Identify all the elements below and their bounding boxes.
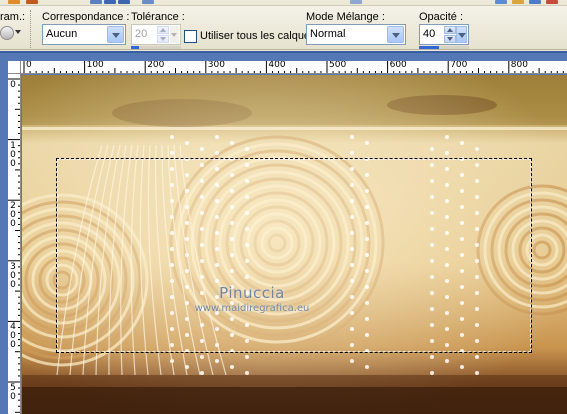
all-layers-label: Utiliser tous les calques (200, 30, 316, 42)
sparkle-dot (475, 355, 479, 359)
sparkle-dot (445, 135, 449, 139)
ruler-label: 400 (268, 61, 286, 70)
sparkle-dot (475, 147, 479, 151)
ruler-label: 100 (86, 61, 104, 70)
sparkle-dot (245, 355, 249, 359)
sparkle-dot (430, 355, 434, 359)
opacity-slider[interactable] (419, 46, 469, 49)
sparkle-dot (430, 147, 434, 151)
toolbar-icon[interactable] (546, 0, 558, 4)
sparkle-dot (350, 359, 354, 363)
opacity-spinner[interactable] (444, 26, 456, 43)
sparkle-dot (350, 135, 354, 139)
sparkle-dot (200, 355, 204, 359)
sparkle-dot (170, 135, 174, 139)
sparkle-dot (445, 359, 449, 363)
sparkle-dot (350, 151, 354, 155)
toolbar-icon[interactable] (512, 0, 524, 4)
sparkle-dot (200, 371, 204, 375)
horizontal-ruler: 0 100 200 300 400 500 600 700 800 (21, 61, 567, 74)
ruler-label: 600 (389, 61, 407, 70)
blend-mode-label: Mode Mélange : (306, 11, 385, 23)
sparkle-dot (365, 141, 369, 145)
sparkle-dot (170, 151, 174, 155)
ruler-label: 800 (510, 61, 528, 70)
chevron-down-icon[interactable] (107, 26, 124, 43)
tolerance-label: Tolérance : (131, 11, 185, 23)
sparkle-dot (185, 141, 189, 145)
sparkle-dot (230, 141, 234, 145)
selection-marquee[interactable] (56, 158, 532, 353)
sparkle-dot (475, 371, 479, 375)
ruler-label: 4 0 0 (10, 322, 16, 351)
ruler-label: 0 (26, 61, 32, 70)
toolbar-icon[interactable] (8, 0, 20, 4)
tolerance-spinbox[interactable]: 20 (131, 24, 181, 45)
sparkle-dot (230, 365, 234, 369)
toolbar-icon[interactable] (350, 0, 362, 4)
ruler-ticks (8, 78, 20, 413)
toolbar-icon[interactable] (104, 0, 116, 4)
sparkle-dot (215, 135, 219, 139)
toolbar-icon[interactable] (529, 0, 541, 4)
ruler-label: 200 (147, 61, 165, 70)
ruler-label: 700 (450, 61, 468, 70)
sparkle-dot (200, 147, 204, 151)
toolbar-icon[interactable] (26, 0, 38, 4)
opacity-value: 40 (423, 28, 436, 40)
tool-options-bar: ram.: Correspondance : Aucun Tolérance :… (0, 6, 567, 50)
chevron-down-icon[interactable] (387, 26, 404, 43)
ruler-label: 0 (10, 80, 16, 90)
disc-icon[interactable] (0, 26, 14, 40)
toolbar-icon[interactable] (495, 0, 507, 4)
correspondance-dropdown[interactable]: Aucun (42, 24, 126, 45)
ruler-corner (8, 61, 21, 74)
toolbar-icon[interactable] (118, 0, 130, 4)
ruler-label: 300 (207, 61, 225, 70)
all-layers-checkbox[interactable] (184, 30, 197, 43)
sparkle-dot (245, 371, 249, 375)
sparkle-dot (430, 371, 434, 375)
sparkle-dot (445, 151, 449, 155)
blend-mode-value: Normal (310, 28, 346, 40)
chevron-down-icon[interactable] (456, 26, 467, 43)
chevron-down-icon[interactable] (170, 26, 179, 43)
sparkle-dot (245, 147, 249, 151)
blend-mode-dropdown[interactable]: Normal (306, 24, 406, 45)
tolerance-slider[interactable] (131, 46, 181, 49)
opacity-spinbox[interactable]: 40 (419, 24, 469, 45)
sparkle-dot (215, 151, 219, 155)
sparkle-dot (460, 365, 464, 369)
correspondance-value: Aucun (46, 28, 78, 40)
toolbar-grip[interactable] (30, 10, 33, 48)
sparkle-dot (460, 141, 464, 145)
chevron-down-icon[interactable] (15, 30, 21, 34)
tolerance-spinner[interactable] (157, 26, 169, 43)
ruler-label: 3 0 0 (10, 261, 16, 290)
app-window: ram.: Correspondance : Aucun Tolérance :… (0, 0, 567, 414)
vertical-ruler: 0 1 0 0 2 0 0 3 0 0 4 0 0 5 0 (8, 74, 21, 414)
sparkle-dot (215, 359, 219, 363)
tolerance-value: 20 (135, 28, 148, 40)
ruler-label: 5 0 (10, 383, 16, 402)
toolbar-icon[interactable] (90, 0, 102, 4)
image-canvas[interactable]: Pinuccia www.maidiregrafica.eu (22, 75, 567, 414)
ruler-label: 2 0 0 (10, 201, 16, 230)
toolbar-icon[interactable] (142, 0, 154, 4)
correspondance-label: Correspondance : (42, 11, 130, 23)
cut-label: ram.: (0, 11, 26, 23)
ruler-label: 1 0 0 (10, 140, 16, 169)
opacity-label: Opacité : (419, 11, 464, 23)
sparkle-dot (365, 365, 369, 369)
ruler-label: 500 (329, 61, 347, 70)
image-workspace: 0 100 200 300 400 500 600 700 800 0 1 0 0 2 0 0 3 0… (0, 51, 567, 414)
